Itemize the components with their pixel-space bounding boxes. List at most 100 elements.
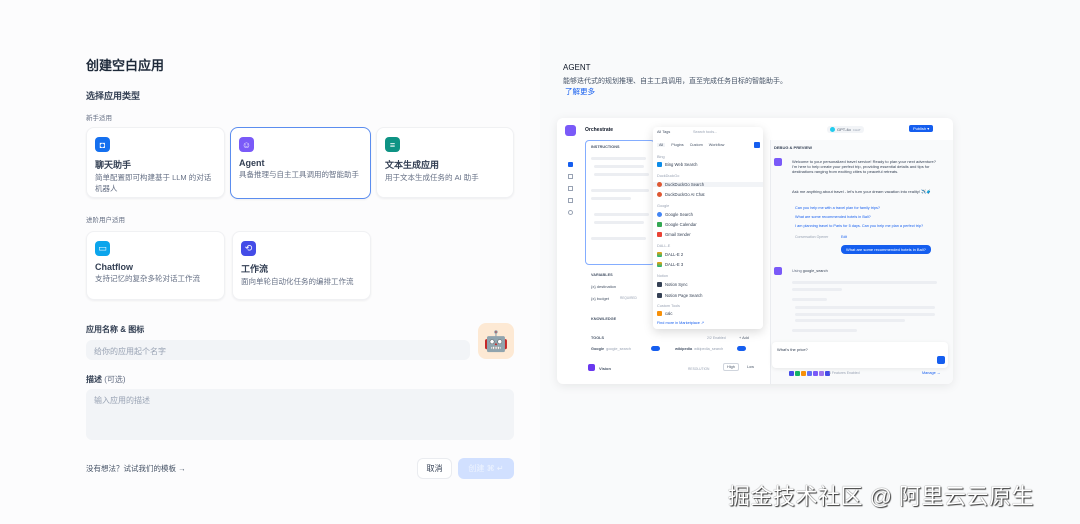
card-desc: 用于文本生成任务的 AI 助手 [385, 173, 479, 182]
advanced-label: 进阶用户适用 [86, 217, 125, 224]
tool-item[interactable]: Google Calendar [657, 222, 697, 227]
tool-search-input[interactable]: Search tools... [693, 130, 717, 134]
card-desc: 面向单轮自动化任务的编排工作流 [241, 277, 354, 286]
logs-nav-icon [568, 186, 573, 191]
notion-icon [657, 282, 662, 287]
group-label: Bing [657, 155, 665, 159]
card-name: 工作流 [241, 264, 269, 274]
resolution-high[interactable]: High [723, 363, 739, 371]
suggestion[interactable]: Can you help me with a travel plan for f… [795, 206, 880, 210]
bot-avatar [774, 267, 782, 275]
tool-name: wikipedia [675, 346, 693, 351]
duckduckgo-icon [657, 182, 662, 187]
vision-label: Vision [599, 366, 611, 371]
tab-custom[interactable]: Custom [690, 143, 703, 147]
cancel-button[interactable]: 取消 [417, 458, 452, 479]
send-button[interactable] [937, 356, 945, 364]
card-desc: 简单配置即可构建基于 LLM 的对话机器人 [95, 173, 212, 193]
card-workflow[interactable]: ⟲ 工作流 面向单轮自动化任务的编排工作流 [232, 231, 371, 300]
feature-icon [813, 371, 818, 376]
resolution-low[interactable]: Low [747, 365, 754, 369]
tab-workflow[interactable]: Workflow [709, 143, 725, 147]
agent-icon: ☺ [239, 137, 254, 152]
group-label: Custom Tools [657, 304, 680, 308]
app-avatar-icon [565, 125, 576, 136]
tool-toggle[interactable] [651, 346, 660, 351]
feature-icon [789, 371, 794, 376]
feature-icon [807, 371, 812, 376]
watermark: 掘金技术社区 @ 阿里云云原生 [728, 484, 1035, 509]
bing-icon [657, 162, 662, 167]
model-icon [830, 127, 835, 132]
suggestion[interactable]: What are some recommended hotels in Bali… [795, 215, 871, 219]
tool-item[interactable]: Notion Sync [657, 282, 688, 287]
tool-item[interactable]: DALL-E 3 [657, 262, 683, 267]
tool-google: Google google_search [591, 346, 660, 351]
tool-toggle[interactable] [737, 346, 747, 351]
add-tool-button[interactable]: + Add [739, 336, 749, 340]
feature-icons [789, 371, 830, 376]
tool-usage: Using google_search [792, 269, 828, 273]
tool-item[interactable]: DALL-E 2 [657, 252, 683, 257]
features-enabled: 6 Features Enabled [829, 371, 860, 375]
app-icon-picker[interactable]: 🤖 [478, 323, 514, 359]
suggestion[interactable]: I am planning travel to Paris for 5 days… [795, 224, 923, 228]
dalle-icon [657, 252, 662, 257]
create-button[interactable]: 创建 ⌘ ↵ [458, 458, 514, 479]
tags-filter[interactable]: All Tags [657, 130, 670, 134]
card-text-generation[interactable]: ≡ 文本生成应用 用于文本生成任务的 AI 助手 [376, 127, 514, 198]
learn-more-link[interactable]: 了解更多 [565, 86, 595, 97]
calendar-icon [657, 222, 662, 227]
tool-item[interactable]: Notion Page Search [657, 293, 702, 298]
variables-label: VARIABLES [591, 273, 613, 277]
tool-item[interactable]: Gmail Sender [657, 232, 691, 237]
instructions-label: INSTRUCTIONS [591, 145, 620, 149]
knowledge-label: KNOWLEDGE [591, 317, 617, 321]
user-message: What are some recommended hotels in Bali… [841, 245, 931, 254]
google-icon [657, 212, 662, 217]
tool-name: Google [591, 346, 605, 351]
duckduckgo-icon [657, 192, 662, 197]
tool-item[interactable]: DuckDuckGo Search [653, 182, 763, 187]
marketplace-link[interactable]: Find more in Marketplace ↗ [657, 320, 704, 325]
feature-icon [819, 371, 824, 376]
feature-icon [801, 371, 806, 376]
monitor-nav-icon [568, 198, 573, 203]
tab-plugins[interactable]: Plugins [671, 143, 683, 147]
model-selector[interactable]: GPT-4o CHAT [827, 126, 864, 133]
manage-link[interactable]: Manage → [922, 371, 941, 375]
variable-destination: {x} destination [591, 284, 617, 289]
template-link[interactable]: 没有想法？试试我们的模板 → [86, 463, 186, 474]
tool-item[interactable]: DuckDuckGo AI Chat [657, 192, 705, 197]
card-chat-assistant[interactable]: ◘ 聊天助手 简单配置即可构建基于 LLM 的对话机器人 [86, 127, 225, 198]
add-custom-tool-icon[interactable] [754, 142, 760, 148]
card-agent[interactable]: ☺ Agent 具备推理与自主工具调用的智能助手 [230, 127, 371, 199]
app-description-textarea[interactable]: 输入应用的描述 [86, 389, 514, 440]
publish-button[interactable]: Publish ▾ [909, 125, 934, 132]
desc-label: 描述 (可选) [86, 374, 126, 385]
settings-nav-icon [568, 210, 573, 215]
chat-input[interactable] [772, 342, 948, 368]
card-desc: 具备推理与自主工具调用的智能助手 [239, 170, 359, 179]
tool-item[interactable]: Google Search [657, 212, 693, 217]
card-desc: 支持记忆的复杂多轮对话工作流 [95, 274, 200, 283]
tab-all[interactable]: All [657, 143, 666, 147]
resolution-label: RESOLUTION [688, 367, 710, 371]
bot-avatar [774, 158, 782, 166]
notion-icon [657, 293, 662, 298]
vision-icon [588, 364, 595, 371]
app-name-input[interactable]: 给你的应用起个名字 [86, 340, 470, 360]
api-nav-icon [568, 174, 573, 179]
tool-item[interactable]: Bing Web Search [657, 162, 698, 167]
instructions-box[interactable]: INSTRUCTIONS [585, 140, 655, 265]
tool-picker-dropdown: All Tags Search tools... All Plugins Cus… [653, 127, 763, 329]
workflow-icon: ⟲ [241, 241, 256, 256]
dalle-icon [657, 262, 662, 267]
edit-opener-link[interactable]: Edit [841, 235, 847, 239]
chat-input-text[interactable]: What's the price? [777, 347, 808, 352]
required-badge: REQUIRED [620, 296, 637, 300]
card-chatflow[interactable]: ▭ Chatflow 支持记忆的复杂多轮对话工作流 [86, 231, 225, 300]
tool-item[interactable]: calc [657, 311, 672, 316]
agent-preview-image: Orchestrate INSTRUCTIONS VARIABLES {x} d… [557, 118, 953, 384]
text-generation-icon: ≡ [385, 137, 400, 152]
